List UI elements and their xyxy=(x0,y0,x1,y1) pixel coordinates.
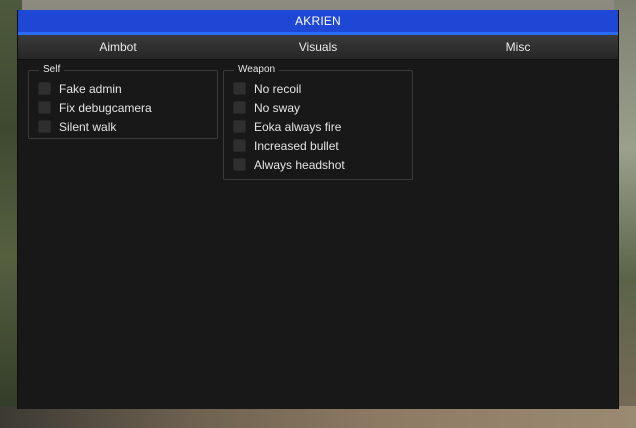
always-headshot-checkbox[interactable] xyxy=(233,158,246,171)
option-label: Silent walk xyxy=(59,119,117,134)
no-recoil-checkbox[interactable] xyxy=(233,82,246,95)
fix-debugcamera-checkbox[interactable] xyxy=(38,101,51,114)
group-weapon-items: No recoil No sway Eoka always fire Incre… xyxy=(224,71,412,174)
silent-walk-checkbox[interactable] xyxy=(38,120,51,133)
option-label: Always headshot xyxy=(254,157,345,172)
fake-admin-checkbox[interactable] xyxy=(38,82,51,95)
option-no-sway[interactable]: No sway xyxy=(233,98,412,117)
background-ground xyxy=(0,406,636,428)
group-weapon: Weapon No recoil No sway Eoka always fir… xyxy=(223,64,413,180)
option-increased-bullet[interactable]: Increased bullet xyxy=(233,136,412,155)
cheat-menu-window: AKRIEN Aimbot Visuals Misc Self Fake adm… xyxy=(17,10,619,409)
option-label: Eoka always fire xyxy=(254,119,342,134)
group-weapon-title: Weapon xyxy=(234,64,280,76)
option-fake-admin[interactable]: Fake admin xyxy=(38,79,217,98)
option-label: Fix debugcamera xyxy=(59,100,152,115)
option-fix-debugcamera[interactable]: Fix debugcamera xyxy=(38,98,217,117)
option-label: No recoil xyxy=(254,81,302,96)
option-silent-walk[interactable]: Silent walk xyxy=(38,117,217,136)
option-eoka-always-fire[interactable]: Eoka always fire xyxy=(233,117,412,136)
tab-bar: Aimbot Visuals Misc xyxy=(18,35,618,60)
group-self-items: Fake admin Fix debugcamera Silent walk xyxy=(29,71,217,136)
option-always-headshot[interactable]: Always headshot xyxy=(233,155,412,174)
option-label: Increased bullet xyxy=(254,138,339,153)
tab-visuals[interactable]: Visuals xyxy=(218,35,418,59)
group-self-title: Self xyxy=(39,64,65,76)
option-label: Fake admin xyxy=(59,81,122,96)
eoka-always-fire-checkbox[interactable] xyxy=(233,120,246,133)
tab-content: Self Fake admin Fix debugcamera Silent w… xyxy=(18,60,618,407)
increased-bullet-checkbox[interactable] xyxy=(233,139,246,152)
title-bar[interactable]: AKRIEN xyxy=(18,10,618,35)
group-self: Self Fake admin Fix debugcamera Silent w… xyxy=(28,64,218,139)
window-title: AKRIEN xyxy=(295,14,341,28)
tab-misc[interactable]: Misc xyxy=(418,35,618,59)
option-no-recoil[interactable]: No recoil xyxy=(233,79,412,98)
no-sway-checkbox[interactable] xyxy=(233,101,246,114)
tab-aimbot[interactable]: Aimbot xyxy=(18,35,218,59)
option-label: No sway xyxy=(254,100,301,115)
